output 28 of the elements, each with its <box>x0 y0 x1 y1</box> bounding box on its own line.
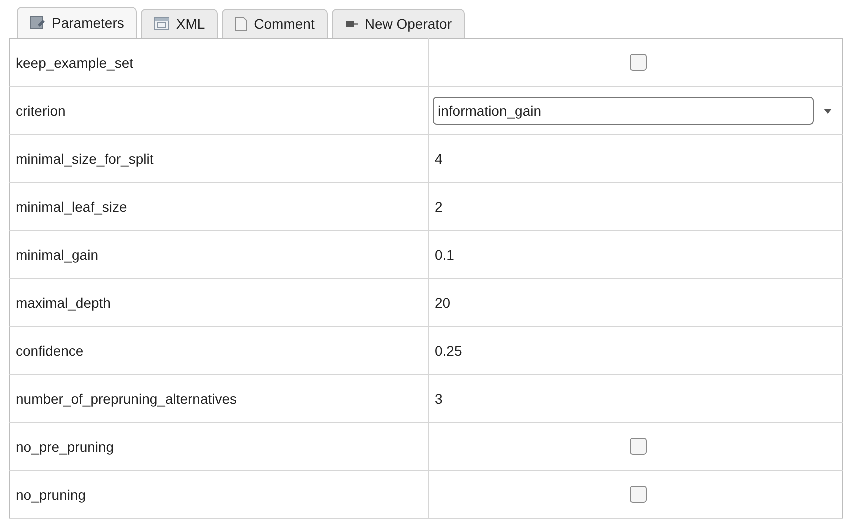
parameter-value[interactable]: 0.1 <box>435 246 454 262</box>
parameter-name: minimal_gain <box>10 230 428 278</box>
parameter-name: criterion <box>10 86 428 134</box>
checkbox[interactable] <box>630 438 647 456</box>
parameter-name: number_of_prepruning_alternatives <box>10 374 428 422</box>
parameter-name: no_pre_pruning <box>10 422 428 470</box>
parameter-value[interactable]: 20 <box>435 294 451 310</box>
tab[interactable]: Parameters <box>17 7 138 38</box>
dropdown-field[interactable]: information_gain <box>433 96 814 124</box>
checkbox[interactable] <box>630 54 647 72</box>
parameter-name: minimal_leaf_size <box>10 182 428 230</box>
tab[interactable]: Comment <box>222 9 328 38</box>
parameter-name: no_pruning <box>10 470 428 518</box>
parameter-name: maximal_depth <box>10 278 428 326</box>
parameter-name: minimal_size_for_split <box>10 134 428 182</box>
parameter-value[interactable]: 2 <box>435 198 443 214</box>
parameter-value[interactable]: 4 <box>435 150 443 166</box>
parameter-value[interactable]: 3 <box>435 390 443 406</box>
parameter-name: keep_example_set <box>10 38 428 86</box>
parameter-value[interactable]: 0.25 <box>435 342 462 358</box>
tab[interactable]: XML <box>141 9 218 38</box>
operator-icon <box>344 18 359 30</box>
parameters-icon <box>30 16 46 30</box>
checkbox[interactable] <box>630 486 647 504</box>
window-icon <box>154 17 170 31</box>
parameter-name: confidence <box>10 326 428 374</box>
tab[interactable]: New Operator <box>332 9 465 38</box>
document-icon <box>235 16 248 32</box>
